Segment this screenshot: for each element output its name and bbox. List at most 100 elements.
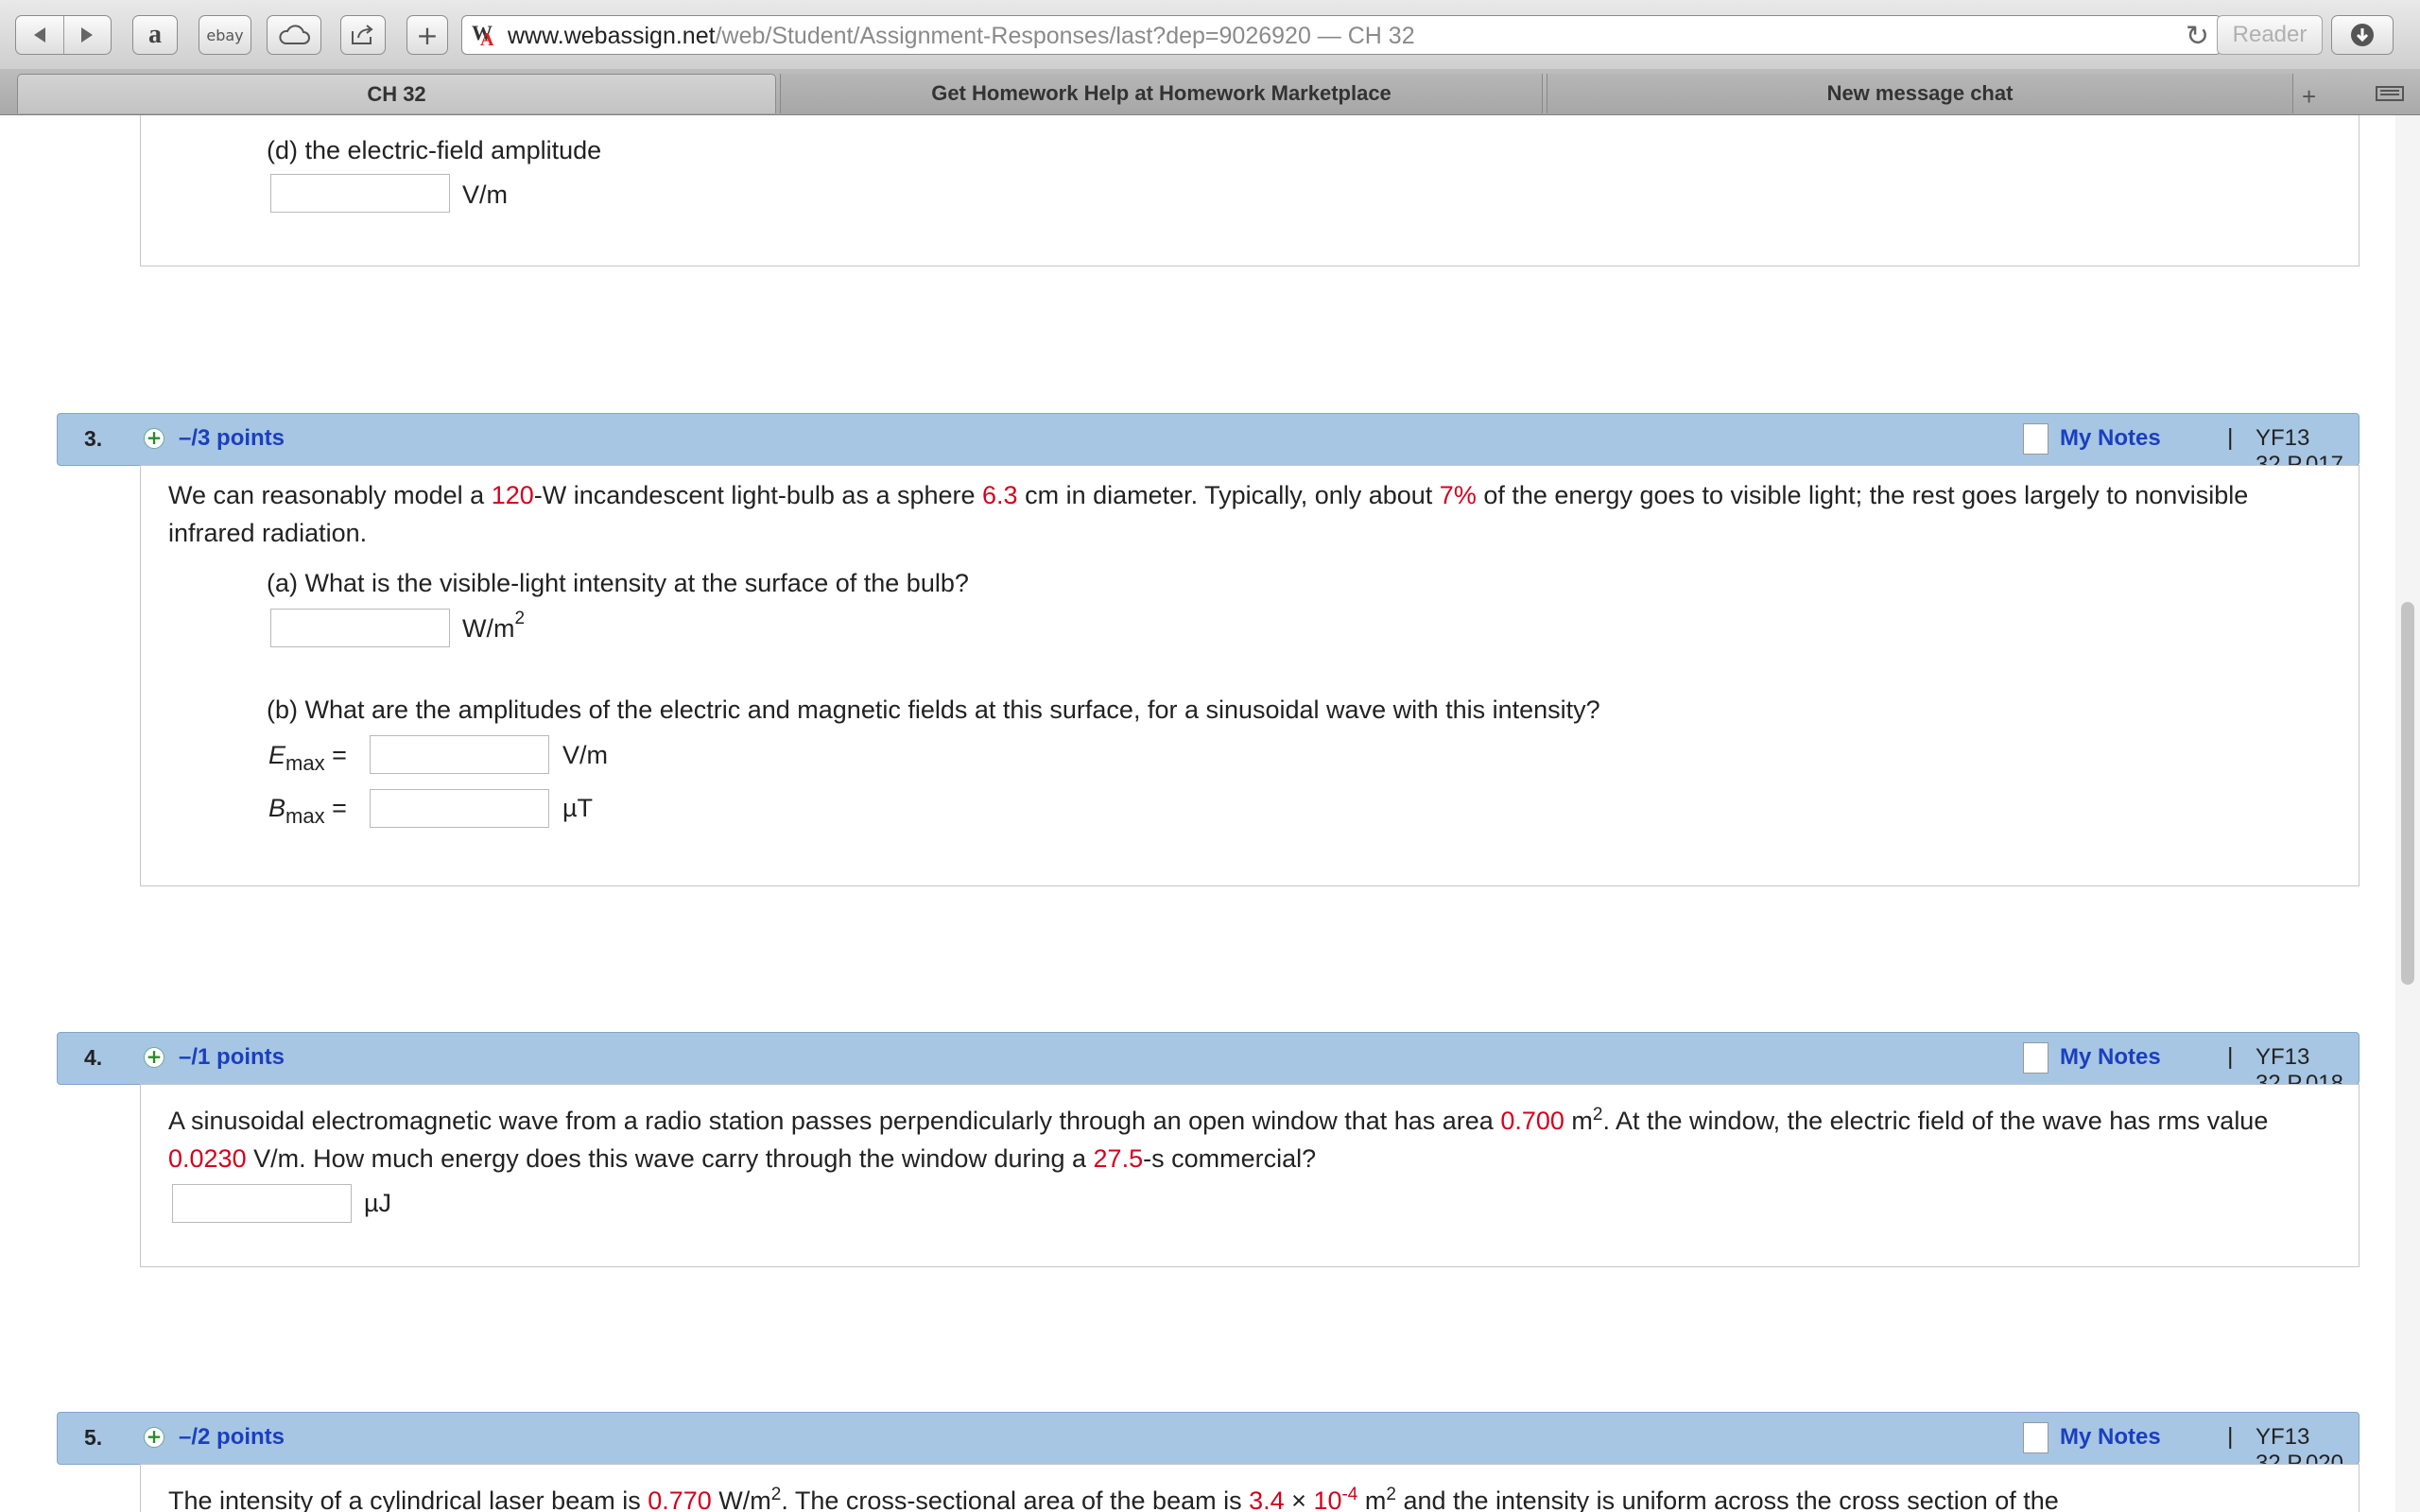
- tab-homework-marketplace[interactable]: Get Homework Help at Homework Marketplac…: [780, 74, 1543, 113]
- e-max-unit: V/m: [562, 741, 609, 769]
- question-number: 3.: [84, 426, 103, 451]
- tab-add-icon[interactable]: +: [2302, 82, 2316, 112]
- given-value: 10: [1313, 1486, 1342, 1512]
- downloads-button[interactable]: [2331, 15, 2394, 55]
- equals-sign: =: [324, 741, 347, 769]
- cloud-icon: [279, 25, 310, 44]
- reader-label: Reader: [2232, 22, 2308, 47]
- text-segment: and the intensity is uniform across the …: [1395, 1486, 2059, 1512]
- expand-plus-icon[interactable]: +: [144, 1427, 164, 1448]
- share-icon: [352, 25, 373, 44]
- my-notes-link[interactable]: My Notes: [2060, 1424, 2161, 1451]
- amazon-bookmark-button[interactable]: a: [132, 15, 178, 55]
- variable-subscript: max: [285, 804, 325, 828]
- reader-button[interactable]: Reader: [2217, 15, 2323, 55]
- new-tab-button[interactable]: +: [406, 15, 448, 55]
- unit-text: W/m: [462, 614, 515, 643]
- text-segment: We can reasonably model a: [168, 481, 492, 509]
- share-button[interactable]: [340, 15, 386, 55]
- url-host: www.webassign.net: [508, 23, 716, 49]
- text-segment: A sinusoidal electromagnetic wave from a…: [168, 1107, 1501, 1135]
- webassign-favicon-icon: WA: [472, 21, 494, 50]
- plus-icon: +: [416, 19, 439, 51]
- given-value: 120: [491, 481, 534, 509]
- points-link[interactable]: –/3 points: [179, 425, 285, 452]
- vertical-scrollbar[interactable]: [2395, 115, 2420, 1512]
- question-3-header: 3. + –/3 points My Notes | YF13 32.P.017…: [57, 413, 2360, 477]
- q3-part-a-unit: W/m2: [462, 609, 525, 644]
- question-4-header: 4. + –/1 points My Notes | YF13 32.P.018…: [57, 1032, 2360, 1096]
- back-button[interactable]: [16, 16, 64, 54]
- ebay-bookmark-button[interactable]: ebay: [199, 15, 251, 55]
- tab-label: Get Homework Help at Homework Marketplac…: [931, 81, 1392, 105]
- page-content: (d) the electric-field amplitude V/m 3. …: [0, 115, 2395, 1512]
- given-value: 27.5: [1093, 1144, 1144, 1173]
- given-value: 0.700: [1500, 1107, 1564, 1135]
- my-notes-link[interactable]: My Notes: [2060, 1044, 2161, 1071]
- points-link[interactable]: –/1 points: [179, 1044, 285, 1071]
- icloud-button[interactable]: [267, 15, 321, 55]
- b-max-answer-input[interactable]: [370, 789, 549, 828]
- question-5-header: 5. + –/2 points My Notes | YF13 32.P.020…: [57, 1412, 2360, 1476]
- my-notes-link[interactable]: My Notes: [2060, 425, 2161, 452]
- header-separator: |: [2227, 1043, 2234, 1070]
- header-separator: |: [2227, 1423, 2234, 1450]
- e-max-answer-input[interactable]: [370, 735, 549, 774]
- question-5-text: The intensity of a cylindrical laser bea…: [168, 1482, 2314, 1512]
- back-arrow-icon: [33, 27, 45, 43]
- q3-part-a-label: (a) What is the visible-light intensity …: [267, 569, 969, 597]
- q3-part-a-answer-input[interactable]: [270, 609, 450, 647]
- ebay-label: ebay: [206, 26, 244, 44]
- given-value-exponent: -4: [1341, 1485, 1358, 1504]
- forward-button[interactable]: [64, 16, 112, 54]
- question-4-text: A sinusoidal electromagnetic wave from a…: [168, 1102, 2314, 1177]
- page-title-in-url: — CH 32: [1310, 23, 1415, 49]
- given-value: 6.3: [982, 481, 1018, 509]
- back-forward-buttons: [15, 15, 112, 55]
- q4-answer-input[interactable]: [172, 1184, 352, 1223]
- given-value: 0.0230: [168, 1144, 247, 1173]
- tab-label: CH 32: [367, 81, 426, 106]
- text-segment: ×: [1284, 1486, 1314, 1512]
- variable-subscript: max: [285, 751, 325, 775]
- q2-part-d-answer-input[interactable]: [270, 174, 450, 213]
- expand-plus-icon[interactable]: +: [144, 428, 164, 449]
- scrollbar-thumb[interactable]: [2401, 602, 2414, 985]
- points-link[interactable]: –/2 points: [179, 1424, 285, 1451]
- b-max-label: Bmax =: [268, 794, 347, 828]
- notes-page-icon[interactable]: [2023, 423, 2048, 455]
- tab-ch32[interactable]: CH 32: [17, 74, 776, 113]
- e-max-label: Emax =: [268, 741, 347, 775]
- amazon-icon: a: [148, 20, 162, 49]
- question-2-body: (d) the electric-field amplitude V/m: [140, 115, 2360, 266]
- text-segment: m: [1357, 1486, 1387, 1512]
- exponent: 2: [770, 1485, 782, 1504]
- given-value: 0.770: [648, 1486, 712, 1512]
- unit-exponent: 2: [514, 609, 526, 628]
- text-segment: . At the window, the electric field of t…: [1602, 1107, 2269, 1135]
- url-path: /web/Student/Assignment-Responses/last?d…: [715, 23, 1311, 49]
- address-bar[interactable]: WA www.webassign.net/web/Student/Assignm…: [461, 15, 2221, 55]
- browser-toolbar: a ebay + WA www.webassign.net/web/Studen…: [0, 0, 2420, 70]
- q3-part-b-label: (b) What are the amplitudes of the elect…: [267, 696, 1600, 724]
- question-number: 4.: [84, 1045, 103, 1070]
- header-separator: |: [2227, 424, 2234, 451]
- notes-page-icon[interactable]: [2023, 1422, 2048, 1453]
- question-number: 5.: [84, 1425, 103, 1450]
- question-3-text: We can reasonably model a 120-W incandes…: [168, 476, 2314, 552]
- exponent: 2: [1386, 1485, 1396, 1504]
- q2-part-d-unit: V/m: [462, 180, 509, 209]
- expand-plus-icon[interactable]: +: [144, 1047, 164, 1068]
- tab-bar: CH 32 Get Homework Help at Homework Mark…: [0, 69, 2420, 115]
- b-max-unit: µT: [562, 794, 594, 822]
- text-segment: m: [1564, 1107, 1593, 1135]
- reload-icon[interactable]: ↻: [2186, 20, 2209, 53]
- download-icon: [2351, 24, 2374, 46]
- forward-arrow-icon: [81, 27, 94, 43]
- tab-label: New message chat: [1826, 81, 2014, 105]
- text-segment: The intensity of a cylindrical laser bea…: [168, 1486, 648, 1512]
- notes-page-icon[interactable]: [2023, 1042, 2048, 1074]
- tab-overview-icon[interactable]: [2373, 82, 2407, 105]
- tab-new-message-chat[interactable]: New message chat: [1547, 74, 2293, 113]
- text-segment: -W incandescent light-bulb as a sphere: [533, 481, 983, 509]
